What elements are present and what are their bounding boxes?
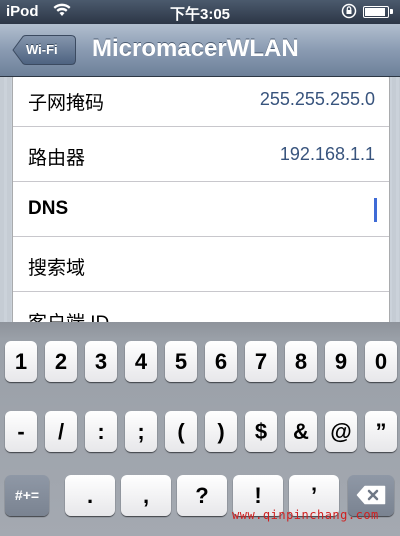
key-1[interactable]: 1 — [5, 341, 37, 382]
key-open-paren[interactable]: ( — [165, 411, 197, 452]
key-slash[interactable]: / — [45, 411, 77, 452]
key-period[interactable]: . — [65, 475, 115, 516]
key-more-symbols[interactable]: #+= — [5, 475, 49, 516]
row-search-domain[interactable]: 搜索域 — [13, 237, 389, 292]
search-domain-label: 搜索域 — [28, 258, 86, 279]
row-router[interactable]: 路由器 192.168.1.1 — [13, 127, 389, 182]
key-5[interactable]: 5 — [165, 341, 197, 382]
key-close-paren[interactable]: ) — [205, 411, 237, 452]
key-question[interactable]: ? — [177, 475, 227, 516]
key-at[interactable]: @ — [325, 411, 357, 452]
key-semicolon[interactable]: ; — [125, 411, 157, 452]
key-ampersand[interactable]: & — [285, 411, 317, 452]
key-8[interactable]: 8 — [285, 341, 317, 382]
key-3[interactable]: 3 — [85, 341, 117, 382]
delete-icon — [356, 485, 386, 505]
key-colon[interactable]: : — [85, 411, 117, 452]
router-label: 路由器 — [28, 148, 86, 169]
settings-list: 子网掩码 255.255.255.0 路由器 192.168.1.1 DNS 搜… — [0, 77, 400, 322]
key-2[interactable]: 2 — [45, 341, 77, 382]
subnet-mask-label: 子网掩码 — [28, 93, 105, 114]
row-subnet-mask[interactable]: 子网掩码 255.255.255.0 — [13, 77, 389, 127]
row-client-id[interactable]: 客户端 ID — [13, 292, 389, 322]
subnet-mask-value: 255.255.255.0 — [259, 89, 375, 109]
screen: iPod 下午3:05 Wi-Fi MicromacerWLAN 子网掩码 25… — [0, 0, 400, 536]
keyboard: 1 2 3 4 5 6 7 8 9 0 - / : ; ( ) $ & @ ” … — [0, 322, 400, 536]
page-title: MicromacerWLAN — [92, 35, 299, 62]
key-quote[interactable]: ” — [365, 411, 397, 452]
battery-icon — [363, 6, 393, 18]
back-button[interactable]: Wi-Fi — [12, 35, 76, 65]
client-id-label: 客户端 ID — [28, 308, 109, 322]
key-0[interactable]: 0 — [365, 341, 397, 382]
watermark: www.qinpinchang.com — [232, 508, 379, 522]
key-hyphen[interactable]: - — [5, 411, 37, 452]
key-dollar[interactable]: $ — [245, 411, 277, 452]
dns-label: DNS — [28, 198, 69, 219]
status-bar: iPod 下午3:05 — [0, 0, 400, 24]
row-dns[interactable]: DNS — [13, 182, 389, 237]
rotation-lock-icon — [341, 3, 357, 23]
status-time: 下午3:05 — [169, 6, 231, 23]
key-9[interactable]: 9 — [325, 341, 357, 382]
back-button-label: Wi-Fi — [26, 42, 58, 57]
ip-settings-group: 子网掩码 255.255.255.0 路由器 192.168.1.1 DNS 搜… — [12, 77, 390, 322]
text-cursor — [374, 198, 377, 222]
key-comma[interactable]: , — [121, 475, 171, 516]
navigation-bar: Wi-Fi MicromacerWLAN — [0, 24, 400, 77]
key-6[interactable]: 6 — [205, 341, 237, 382]
key-7[interactable]: 7 — [245, 341, 277, 382]
router-value: 192.168.1.1 — [279, 144, 375, 164]
key-4[interactable]: 4 — [125, 341, 157, 382]
battery-level — [365, 8, 386, 16]
